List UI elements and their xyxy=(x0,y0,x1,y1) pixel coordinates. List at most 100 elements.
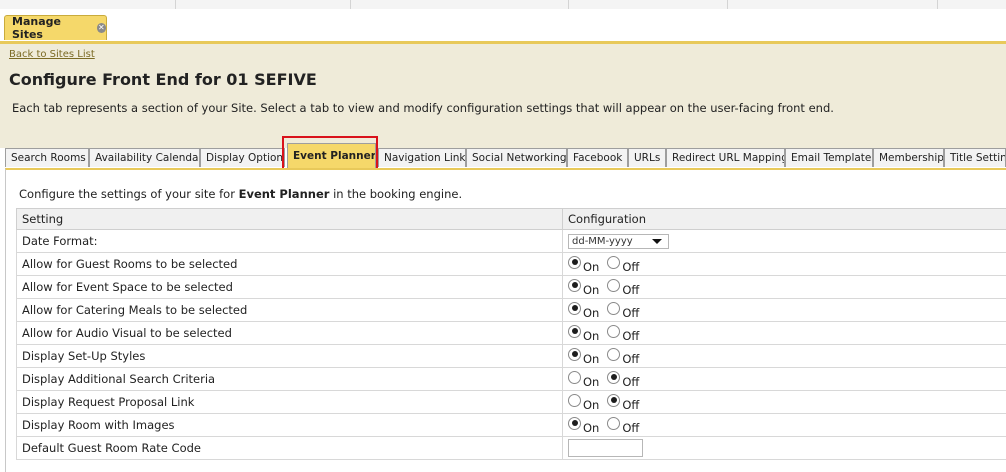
toolbar-separator xyxy=(937,0,938,9)
off-radio[interactable] xyxy=(607,348,620,361)
on-radio[interactable] xyxy=(568,256,581,269)
on-radio[interactable] xyxy=(568,348,581,361)
rate-code-input[interactable] xyxy=(568,439,643,457)
off-label: Off xyxy=(622,306,639,320)
off-radio[interactable] xyxy=(607,256,620,269)
toolbar-separator xyxy=(350,0,351,9)
config-tab-strip: Search Rooms Availability Calendar Displ… xyxy=(0,135,1006,168)
tab-social-networking[interactable]: Social Networking xyxy=(466,148,567,167)
page-title: Configure Front End for 01 SEFIVE xyxy=(9,70,317,89)
config-cell: On Off xyxy=(563,414,1006,437)
on-label: On xyxy=(583,398,599,412)
close-icon[interactable]: ✕ xyxy=(97,23,106,33)
config-cell: On Off xyxy=(563,276,1006,299)
off-label: Off xyxy=(622,375,639,389)
off-radio[interactable] xyxy=(607,394,620,407)
toolbar-separator xyxy=(175,0,176,9)
config-cell: On Off xyxy=(563,345,1006,368)
tab-availability-calendar[interactable]: Availability Calendar xyxy=(89,148,200,167)
config-cell: On Off xyxy=(563,368,1006,391)
setting-label: Display Request Proposal Link xyxy=(17,391,563,414)
main-tab-bar: Manage Sites ✕ xyxy=(0,9,1006,44)
date-format-value: dd-MM-yyyy xyxy=(572,236,633,247)
settings-table: Setting Configuration Date Format: dd-MM… xyxy=(16,208,1006,460)
table-header-row: Setting Configuration xyxy=(17,209,1006,230)
off-label: Off xyxy=(622,329,639,343)
on-radio[interactable] xyxy=(568,302,581,315)
table-row: Display Set-Up Styles On Off xyxy=(17,345,1006,368)
table-row: Display Room with Images On Off xyxy=(17,414,1006,437)
config-cell: On Off xyxy=(563,391,1006,414)
off-radio[interactable] xyxy=(607,325,620,338)
config-cell: dd-MM-yyyy xyxy=(563,230,1006,253)
on-label: On xyxy=(583,421,599,435)
on-label: On xyxy=(583,352,599,366)
page-header: Back to Sites List Configure Front End f… xyxy=(0,44,1006,148)
tab-title-settings[interactable]: Title Settings xyxy=(944,148,1006,167)
off-radio[interactable] xyxy=(607,279,620,292)
setting-label: Allow for Audio Visual to be selected xyxy=(17,322,563,345)
intro-suffix: in the booking engine. xyxy=(329,187,462,201)
table-row: Allow for Guest Rooms to be selected On Of… xyxy=(17,253,1006,276)
on-radio[interactable] xyxy=(568,417,581,430)
intro-prefix: Configure the settings of your site for xyxy=(19,187,239,201)
on-label: On xyxy=(583,306,599,320)
config-cell: On Off xyxy=(563,299,1006,322)
setting-label: Display Additional Search Criteria xyxy=(17,368,563,391)
off-radio[interactable] xyxy=(607,302,620,315)
setting-label: Allow for Event Space to be selected xyxy=(17,276,563,299)
tab-urls[interactable]: URLs xyxy=(628,148,666,167)
setting-label: Allow for Guest Rooms to be selected xyxy=(17,253,563,276)
on-label: On xyxy=(583,375,599,389)
setting-label: Allow for Catering Meals to be selected xyxy=(17,299,563,322)
tab-email-templates[interactable]: Email Templates xyxy=(785,148,873,167)
off-radio[interactable] xyxy=(607,417,620,430)
chevron-down-icon xyxy=(652,239,662,244)
toolbar-separator xyxy=(568,0,569,9)
tab-manage-sites-label: Manage Sites xyxy=(12,15,91,41)
config-cell: On Off xyxy=(563,253,1006,276)
on-radio[interactable] xyxy=(568,371,581,384)
active-tab-highlight xyxy=(282,136,378,171)
config-cell xyxy=(563,437,1006,460)
setting-label-date-format: Date Format: xyxy=(17,230,563,253)
table-row: Date Format: dd-MM-yyyy xyxy=(17,230,1006,253)
tab-redirect-url-mapping[interactable]: Redirect URL Mapping xyxy=(666,148,785,167)
setting-label-rate-code: Default Guest Room Rate Code xyxy=(17,437,563,460)
tab-navigation-links[interactable]: Navigation Links xyxy=(378,148,466,167)
on-radio[interactable] xyxy=(568,279,581,292)
column-header-configuration: Configuration xyxy=(563,209,1006,230)
page-description: Each tab represents a section of your Si… xyxy=(12,101,834,115)
toolbar-separator xyxy=(727,0,728,9)
panel-intro: Configure the settings of your site for … xyxy=(19,187,462,201)
on-radio[interactable] xyxy=(568,394,581,407)
config-cell: On Off xyxy=(563,322,1006,345)
on-radio[interactable] xyxy=(568,325,581,338)
tab-facebook[interactable]: Facebook xyxy=(567,148,628,167)
tab-display-options[interactable]: Display Options xyxy=(200,148,285,167)
event-planner-panel: Configure the settings of your site for … xyxy=(5,168,1006,472)
on-label: On xyxy=(583,329,599,343)
tab-manage-sites[interactable]: Manage Sites ✕ xyxy=(4,15,107,40)
setting-label: Display Set-Up Styles xyxy=(17,345,563,368)
intro-section-name: Event Planner xyxy=(239,187,330,201)
tab-search-rooms[interactable]: Search Rooms xyxy=(5,148,89,167)
column-header-setting: Setting xyxy=(17,209,563,230)
tab-membership[interactable]: Membership xyxy=(873,148,944,167)
table-row: Display Request Proposal Link On Off xyxy=(17,391,1006,414)
off-label: Off xyxy=(622,352,639,366)
off-label: Off xyxy=(622,283,639,297)
table-row: Allow for Audio Visual to be selectedOnO… xyxy=(17,322,1006,345)
date-format-select[interactable]: dd-MM-yyyy xyxy=(568,234,669,249)
off-label: Off xyxy=(622,398,639,412)
off-radio[interactable] xyxy=(607,371,620,384)
table-row: Allow for Event Space to be selected On Of… xyxy=(17,276,1006,299)
off-label: Off xyxy=(622,260,639,274)
setting-label: Display Room with Images xyxy=(17,414,563,437)
table-row: Allow for Catering Meals to be selectedO… xyxy=(17,299,1006,322)
back-to-sites-link[interactable]: Back to Sites List xyxy=(9,49,95,60)
on-label: On xyxy=(583,283,599,297)
off-label: Off xyxy=(622,421,639,435)
table-row: Display Additional Search Criteria On Off xyxy=(17,368,1006,391)
on-label: On xyxy=(583,260,599,274)
